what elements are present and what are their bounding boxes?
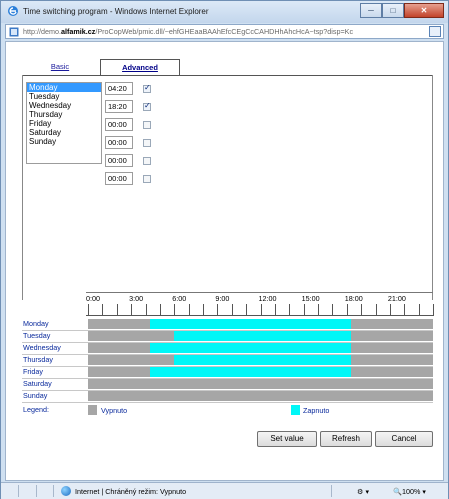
on-interval — [150, 319, 352, 329]
time-input[interactable]: 18:20 — [105, 100, 133, 113]
time-input[interactable]: 00:00 — [105, 118, 133, 131]
schedule-day-label: Thursday — [23, 355, 53, 364]
hour-label: 6:00 — [172, 294, 187, 303]
zoom-icon: 🔍 — [393, 487, 402, 496]
day-list-item[interactable]: Friday — [27, 119, 101, 128]
day-list-item[interactable]: Tuesday — [27, 92, 101, 101]
zoom-value: 100% — [401, 487, 421, 496]
page-content: Basic Advanced Monday Tuesday Wednesday … — [5, 41, 444, 481]
on-interval — [174, 355, 352, 365]
schedule-day-bar[interactable] — [88, 391, 433, 401]
legend-off-swatch — [88, 405, 97, 415]
compatibility-icon[interactable] — [429, 26, 441, 37]
cancel-button[interactable]: Cancel — [375, 431, 433, 447]
time-row: 00:00 — [105, 154, 165, 168]
status-bar: Internet | Chráněný režim: Vypnuto ⚙ ▾ 🔍… — [1, 482, 448, 499]
time-enable-checkbox[interactable] — [143, 157, 151, 165]
hour-label: 0:00 — [86, 294, 100, 303]
title-bar: Time switching program - Windows Interne… — [1, 1, 448, 23]
hour-label: 3:00 — [129, 294, 144, 303]
internet-zone-icon — [61, 486, 71, 496]
time-row: 00:00 — [105, 172, 165, 186]
refresh-button[interactable]: Refresh — [320, 431, 372, 447]
legend-off-label: Vypnuto — [101, 406, 128, 415]
schedule-day-bar[interactable] — [88, 379, 433, 389]
schedule-day-label: Friday — [23, 367, 43, 376]
security-zone-text: Internet | Chráněný režim: Vypnuto — [75, 487, 187, 496]
time-enable-checkbox[interactable] — [143, 121, 151, 129]
internet-explorer-icon — [8, 6, 18, 16]
address-url: http://demo.alfamik.cz/ProCopWeb/pmic.dl… — [23, 27, 354, 36]
window-title: Time switching program - Windows Interne… — [23, 7, 209, 16]
hour-label: 9:00 — [215, 294, 230, 303]
on-interval — [174, 331, 352, 341]
on-interval — [150, 343, 352, 353]
hour-tick — [433, 304, 434, 316]
weekly-schedule-grid: 0:00 3:00 6:00 9:00 12:00 15:00 18:00 21:00 Mon… — [22, 292, 434, 415]
time-input[interactable]: 00:00 — [105, 136, 133, 149]
time-enable-checkbox[interactable] — [143, 175, 151, 183]
schedule-day-label: Saturday — [23, 379, 52, 388]
status-separator — [18, 485, 19, 497]
schedule-day-bar[interactable] — [88, 355, 433, 365]
status-separator — [36, 485, 37, 497]
maximize-button[interactable]: □ — [382, 3, 404, 18]
protected-mode-icon[interactable]: ⚙ ▾ — [357, 487, 369, 496]
legend-label: Legend: — [23, 405, 49, 414]
day-list-item[interactable]: Wednesday — [27, 101, 101, 110]
schedule-day-bar[interactable] — [88, 367, 433, 377]
schedule-day-label: Sunday — [23, 391, 48, 400]
time-enable-checkbox[interactable] — [143, 83, 151, 93]
hour-label: 21:00 — [387, 294, 406, 303]
hour-header-baseline — [86, 315, 433, 316]
day-list-item[interactable]: Monday — [27, 83, 101, 92]
day-list-item[interactable]: Thursday — [27, 110, 101, 119]
schedule-day-label: Wednesday — [23, 343, 61, 352]
schedule-day-bar[interactable] — [88, 319, 433, 329]
time-input[interactable]: 00:00 — [105, 172, 133, 185]
day-list-item[interactable]: Sunday — [27, 137, 101, 146]
row-separator — [22, 402, 433, 403]
time-row: 00:00 — [105, 118, 165, 132]
status-separator — [331, 485, 332, 497]
hour-label: 12:00 — [258, 294, 277, 303]
close-button[interactable]: ✕ — [404, 3, 444, 18]
time-row: 00:00 — [105, 136, 165, 150]
address-bar[interactable]: http://demo.alfamik.cz/ProCopWeb/pmic.dl… — [5, 24, 444, 39]
time-row: 18:20 — [105, 100, 165, 114]
legend-on-label: Zapnuto — [303, 406, 330, 415]
tab-basic[interactable]: Basic — [22, 59, 98, 75]
time-enable-checkbox[interactable] — [143, 101, 151, 111]
hour-label: 18:00 — [344, 294, 363, 303]
on-interval — [150, 367, 352, 377]
time-input[interactable]: 00:00 — [105, 154, 133, 167]
day-list-item[interactable]: Saturday — [27, 128, 101, 137]
browser-window: Time switching program - Windows Interne… — [0, 0, 449, 499]
tab-advanced[interactable]: Advanced — [100, 59, 180, 75]
minimize-button[interactable]: ─ — [360, 3, 382, 18]
hour-label: 15:00 — [301, 294, 320, 303]
legend-on-swatch — [291, 405, 300, 415]
time-input[interactable]: 04:20 — [105, 82, 133, 95]
schedule-day-bar[interactable] — [88, 331, 433, 341]
zoom-level[interactable]: 🔍100% ▾ — [393, 487, 426, 496]
schedule-day-label: Monday — [23, 319, 49, 328]
page-icon — [9, 27, 19, 37]
schedule-day-bar[interactable] — [88, 343, 433, 353]
day-listbox[interactable]: Monday Tuesday Wednesday Thursday Friday… — [26, 82, 102, 164]
schedule-day-label: Tuesday — [23, 331, 51, 340]
time-row: 04:20 — [105, 82, 165, 96]
hour-header: 0:00 3:00 6:00 9:00 12:00 15:00 18:00 21:00 — [86, 292, 434, 316]
set-value-button[interactable]: Set value — [257, 431, 317, 447]
window-controls: ─ □ ✕ — [360, 3, 444, 18]
status-separator — [53, 485, 54, 497]
time-enable-checkbox[interactable] — [143, 139, 151, 147]
